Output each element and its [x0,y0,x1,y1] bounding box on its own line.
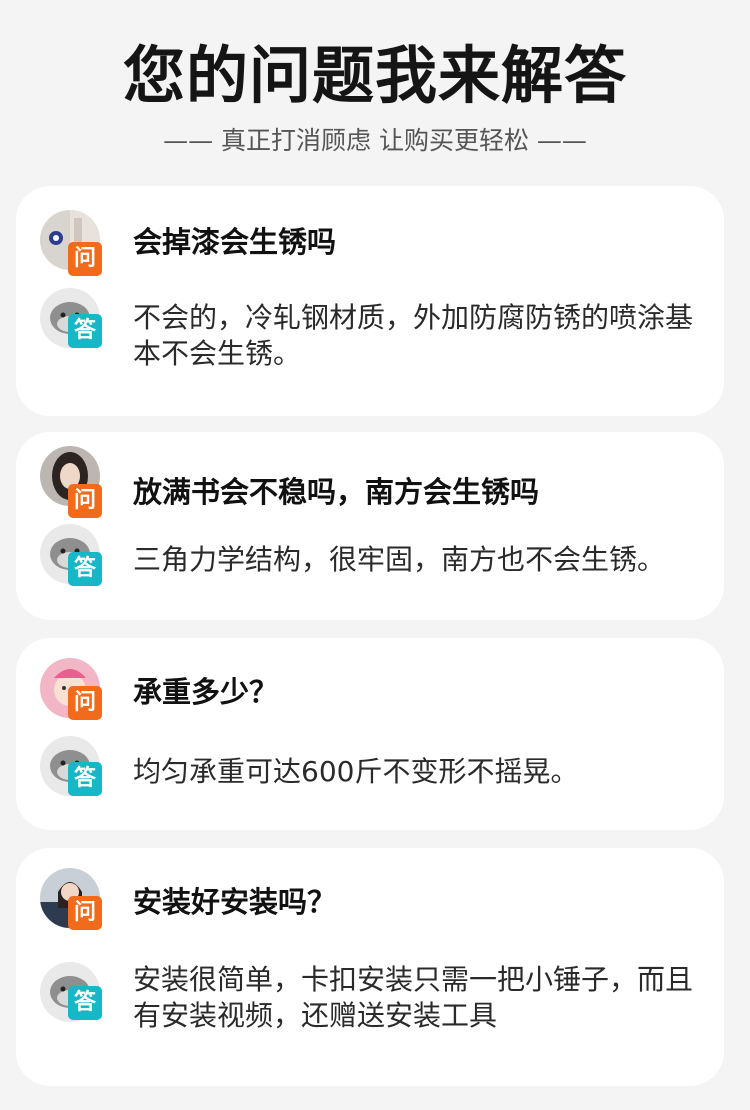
question-badge: 问 [68,242,102,276]
question-text: 放满书会不稳吗，南方会生锈吗 [133,475,540,509]
question-text: 安装好安装吗？ [133,885,337,919]
question-row: 问 承重多少？ [16,658,724,728]
answer-row: 答 三角力学结构，很牢固，南方也不会生锈。 [16,524,724,594]
answer-text: 安装很简单，卡扣安装只需一把小锤子，而且有安装视频，还赠送安装工具 [133,963,694,1032]
answer-row: 答 均匀承重可达600斤不变形不摇晃。 [16,736,724,806]
answer-row: 答 安装很简单，卡扣安装只需一把小锤子，而且有安装视频，还赠送安装工具 [16,962,724,1072]
answer-badge: 答 [68,762,102,796]
answer-badge: 答 [68,314,102,348]
qa-card: 问 放满书会不稳吗，南方会生锈吗 答 三角力学结构，很牢固，南方也不会生锈。 [16,432,724,620]
question-row: 问 安装好安装吗？ [16,868,724,938]
page-title: 您的问题我来解答 [122,39,627,112]
question-row: 问 会掉漆会生锈吗 [16,210,724,280]
question-text: 会掉漆会生锈吗 [133,225,337,259]
page-subtitle: —— 真正打消顾虑 让购买更轻松 —— [163,126,587,155]
qa-card: 问 会掉漆会生锈吗 答 不会的，冷轧钢材质，外加防腐防锈的喷涂基本不会生锈。 [16,186,724,416]
qa-card: 问 承重多少？ 答 均匀承重可达600斤不变形不摇晃。 [16,638,724,830]
qa-card: 问 安装好安装吗？ 答 安装很简单，卡扣安装只需一把小锤子，而且有安装视频，还赠… [16,848,724,1086]
answer-text: 均匀承重可达600斤不变形不摇晃。 [133,755,579,788]
answer-badge: 答 [68,986,102,1020]
question-row: 问 放满书会不稳吗，南方会生锈吗 [16,446,724,518]
answer-text: 三角力学结构，很牢固，南方也不会生锈。 [133,543,666,576]
question-badge: 问 [68,686,102,720]
question-badge: 问 [68,484,102,518]
question-badge: 问 [68,896,102,930]
answer-text: 不会的，冷轧钢材质，外加防腐防锈的喷涂基本不会生锈。 [133,301,694,370]
answer-badge: 答 [68,552,102,586]
answer-row: 答 不会的，冷轧钢材质，外加防腐防锈的喷涂基本不会生锈。 [16,288,724,398]
question-text: 承重多少？ [133,675,279,709]
header: 您的问题我来解答 —— 真正打消顾虑 让购买更轻松 —— [0,0,750,180]
